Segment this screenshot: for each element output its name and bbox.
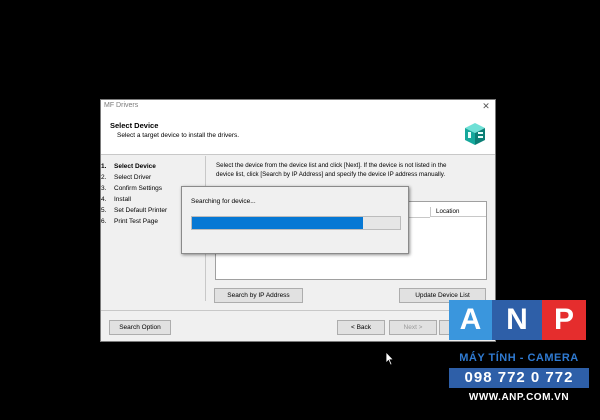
instructions-text: Select the device from the device list a… [216, 162, 447, 178]
watermark-logo-a: A [449, 300, 492, 340]
page-title: Select Device [110, 121, 159, 130]
progress-status-text: Searching for device... [191, 198, 256, 205]
watermark-phone: 098 772 0 772 [449, 368, 589, 388]
watermark-logo-n: N [492, 300, 542, 340]
title-bar: MF Drivers ✕ [101, 100, 495, 114]
next-button[interactable]: Next > [389, 320, 437, 335]
watermark-logo-p: P [542, 300, 586, 340]
progress-dialog: Searching for device... [181, 186, 409, 254]
page-subtitle: Select a target device to install the dr… [117, 132, 240, 139]
close-icon[interactable]: ✕ [480, 100, 492, 113]
search-option-button[interactable]: Search Option [109, 320, 171, 335]
mouse-cursor-icon [385, 351, 395, 366]
watermark-website: WWW.ANP.COM.VN [468, 392, 570, 403]
footer-divider [101, 310, 495, 311]
progress-bar-fill [192, 217, 363, 229]
progress-bar [191, 216, 401, 230]
watermark-tagline: MÁY TÍNH - CAMERA [459, 352, 579, 364]
window-title: MF Drivers [104, 102, 139, 109]
back-button[interactable]: < Back [337, 320, 385, 335]
search-by-ip-button[interactable]: Search by IP Address [214, 288, 303, 303]
printer-setup-icon [465, 123, 485, 145]
wizard-header: Select Device Select a target device to … [101, 114, 495, 155]
column-header-location[interactable]: Location [430, 207, 486, 217]
